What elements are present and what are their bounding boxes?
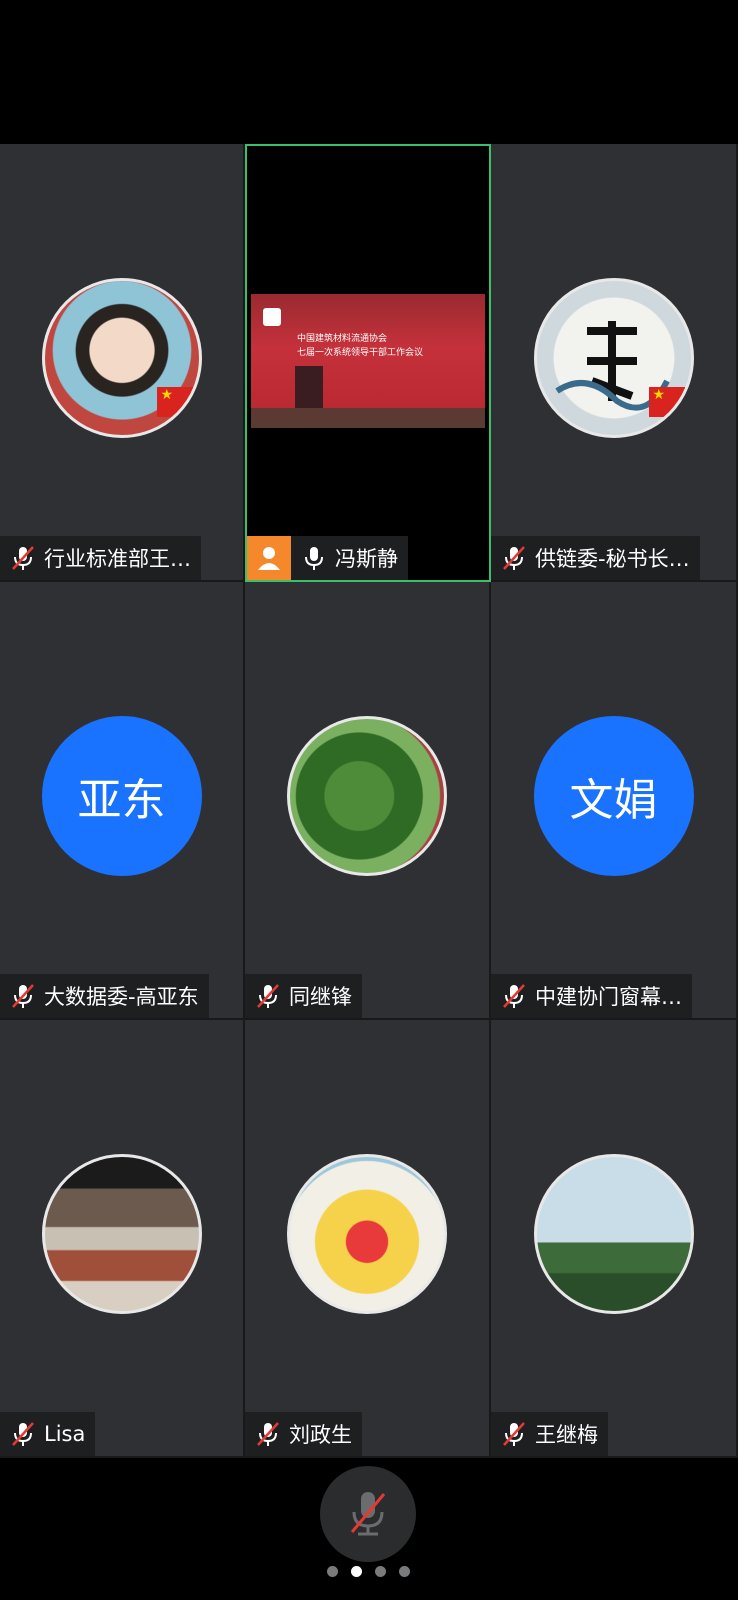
participant-name: 行业标准部王… <box>44 547 191 571</box>
participant-avatar <box>41 278 202 438</box>
page-indicator[interactable] <box>320 1566 416 1577</box>
participant-name: 王继梅 <box>535 1423 598 1447</box>
participant-name: 中建协门窗幕… <box>535 985 682 1009</box>
participant-name: 同继锋 <box>289 985 352 1009</box>
participant-avatar <box>287 716 447 876</box>
participant-tile[interactable]: 亚东 大数据委-高亚东 <box>0 582 245 1020</box>
mic-icon <box>305 547 323 570</box>
mic-muted-icon <box>503 984 525 1008</box>
mic-muted-icon <box>12 984 34 1008</box>
letter-avatar: 亚东 <box>41 716 202 876</box>
participant-tile[interactable]: 王继梅 <box>491 1020 738 1458</box>
screen-text: 中国建筑材料流通协会 七届一次系统领导干部工作会议 <box>297 332 423 360</box>
mic-muted-icon <box>12 1422 34 1446</box>
participant-name: 冯斯静 <box>335 547 398 571</box>
participant-name: 供链委-秘书长… <box>535 547 690 571</box>
participant-tile[interactable]: 文娟 中建协门窗幕… <box>491 582 738 1020</box>
screen-text-line1: 中国建筑材料流通协会 <box>297 334 388 344</box>
page-dot[interactable] <box>374 1566 386 1577</box>
logo-icon <box>263 308 281 326</box>
participant-name-bar: 行业标准部王… <box>0 536 201 580</box>
china-flag-icon <box>648 387 685 417</box>
user-icon <box>247 536 291 580</box>
mute-toggle-button[interactable] <box>320 1466 416 1562</box>
participant-tile[interactable]: Lisa <box>0 1020 245 1458</box>
mic-muted-icon <box>503 1422 525 1446</box>
participant-tile[interactable]: 供链委-秘书长… <box>491 144 738 582</box>
participant-tile[interactable]: 同继锋 <box>245 582 491 1020</box>
participant-avatar <box>533 278 694 438</box>
screen-text-line2: 七届一次系统领导干部工作会议 <box>297 348 424 358</box>
participant-name-bar: 王继梅 <box>491 1412 608 1456</box>
bottom-control-bar <box>0 1458 738 1600</box>
stage-floor <box>251 408 485 428</box>
participant-name-bar: Lisa <box>0 1412 96 1456</box>
shared-video: 中国建筑材料流通协会 七届一次系统领导干部工作会议 <box>251 294 485 428</box>
china-flag-icon <box>156 387 193 417</box>
participant-avatar <box>287 1154 447 1314</box>
mic-muted-icon <box>12 546 34 570</box>
page-dot[interactable] <box>398 1566 410 1577</box>
page-dot[interactable] <box>326 1566 338 1577</box>
mic-muted-icon <box>257 984 279 1008</box>
mic-muted-icon <box>257 1422 279 1446</box>
participant-tile[interactable]: 行业标准部王… <box>0 144 245 582</box>
participant-name: Lisa <box>44 1422 86 1446</box>
participant-name: 大数据委-高亚东 <box>44 985 199 1009</box>
participant-avatar <box>41 1154 202 1314</box>
active-speaker-tile[interactable]: 中国建筑材料流通协会 七届一次系统领导干部工作会议 冯斯静 <box>245 144 491 582</box>
participant-name-bar: 供链委-秘书长… <box>491 536 700 580</box>
participant-name-bar: 大数据委-高亚东 <box>0 974 209 1018</box>
participant-name-bar: 同继锋 <box>245 974 362 1018</box>
participant-name-bar: 冯斯静 <box>247 536 408 580</box>
mic-muted-icon <box>503 546 525 570</box>
participant-name: 刘政生 <box>289 1423 352 1447</box>
mic-muted-icon <box>350 1492 386 1536</box>
participant-avatar <box>533 1154 694 1314</box>
participant-tile[interactable]: 刘政生 <box>245 1020 491 1458</box>
participant-grid: 行业标准部王… 中国建筑材料流通协会 七届一次系统领导干部工作会议 冯斯静 <box>0 144 738 1458</box>
participant-name-bar: 中建协门窗幕… <box>491 974 692 1018</box>
page-dot-current[interactable] <box>350 1566 362 1577</box>
letter-avatar: 文娟 <box>533 716 694 876</box>
participant-name-bar: 刘政生 <box>245 1412 362 1456</box>
